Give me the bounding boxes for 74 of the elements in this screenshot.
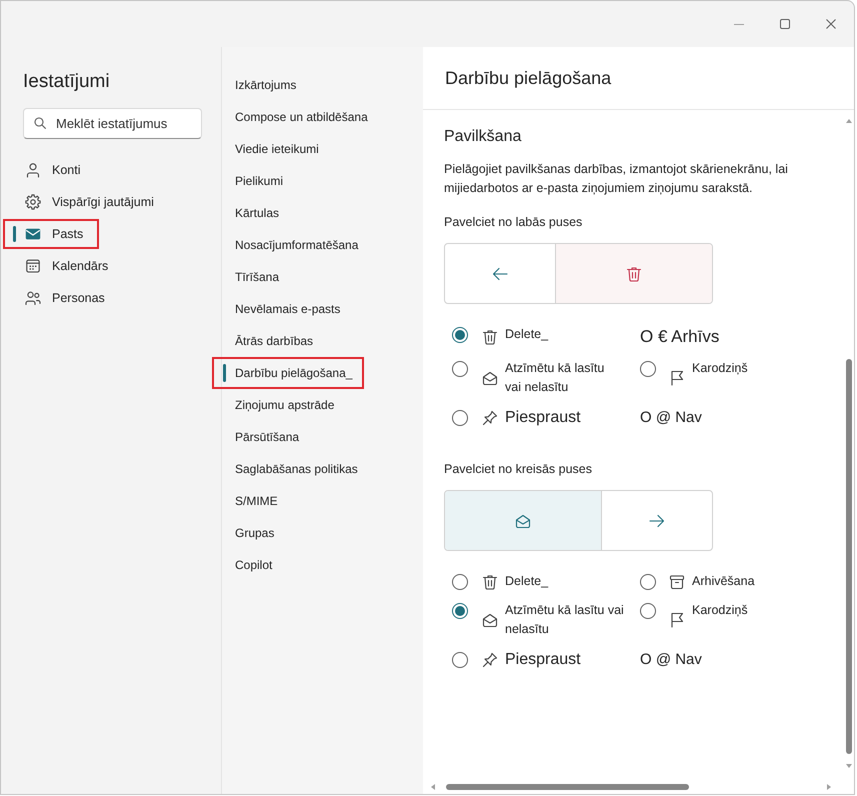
submenu-item[interactable]: Tīrīšana <box>212 261 292 293</box>
person-icon <box>25 162 41 178</box>
submenu-item[interactable]: Ātrās darbības <box>212 325 326 357</box>
radio-button[interactable] <box>640 574 656 590</box>
sidebar-item[interactable]: Kalendārs <box>3 251 124 281</box>
option-text: O @ Nav <box>640 408 702 428</box>
group-label: Pavelciet no kreisās puses <box>444 461 592 478</box>
option-label: Arhivēšana <box>692 573 755 590</box>
page-title: Darbību pielāgošana <box>445 67 612 90</box>
submenu-item[interactable]: Compose un atbildēšana <box>212 101 380 133</box>
submenu-item[interactable]: Pielikumi <box>212 165 296 197</box>
sidebar-item[interactable]: Vispārīgi jautājumi <box>3 187 170 217</box>
submenu-item[interactable]: Izkārtojums <box>212 69 308 101</box>
settings-title: Iestatījumi <box>22 70 110 94</box>
option-text: O € Arhīvs <box>640 326 720 348</box>
scrollbar-thumb[interactable] <box>446 784 689 790</box>
trash-icon <box>482 329 498 345</box>
radio-button[interactable] <box>452 360 468 376</box>
submenu-item[interactable]: Saglabāšanas politikas <box>212 453 370 485</box>
maximize-icon <box>780 19 790 29</box>
pin-icon <box>482 652 498 668</box>
section-title: Pavilkšana <box>444 127 522 147</box>
close-icon <box>826 19 836 29</box>
description-text: Pielāgojiet pavilkšanas darbības, izmantojot skārienekrānu, lai mijiedarbotos ar e-pasta ziņojumiem ziņojumu sarakstā. <box>444 161 789 197</box>
radio-button[interactable] <box>452 652 468 668</box>
scroll-right-icon <box>827 784 831 790</box>
option-label: Piespraust <box>505 408 581 428</box>
pin-icon <box>482 410 498 426</box>
option-label: Delete_ <box>505 573 548 590</box>
scrollbar-thumb[interactable] <box>846 359 852 754</box>
radio-button[interactable] <box>452 602 468 618</box>
radio-button[interactable] <box>640 602 656 618</box>
envelope-icon <box>482 370 498 386</box>
search-icon <box>34 117 46 129</box>
flag-icon <box>669 370 685 386</box>
submenu-item[interactable]: Copilot <box>212 549 284 581</box>
group-label: Pavelciet no labās puses <box>444 214 582 231</box>
gear-icon <box>25 194 41 210</box>
option-text: O @ Nav <box>640 650 702 670</box>
radio-button[interactable] <box>452 410 468 426</box>
submenu-item[interactable]: S/MIME <box>212 485 290 517</box>
option-label: Atzīmētu kā lasītu vai nelasītu <box>505 602 625 638</box>
option-label: Piespraust <box>505 650 581 670</box>
submenu-item[interactable]: Darbību pielāgošana_ <box>212 357 364 389</box>
mail-icon <box>25 226 41 242</box>
option-label: Karodziņš <box>692 602 748 619</box>
radio-button[interactable] <box>640 360 656 376</box>
submenu-item[interactable]: Grupas <box>212 517 286 549</box>
submenu-item[interactable]: Nevēlamais e-pasts <box>212 293 352 325</box>
scroll-up-icon <box>846 119 852 123</box>
flag-icon <box>669 612 685 628</box>
option-label: Atzīmētu kā lasītu vai nelasītu <box>505 360 606 396</box>
envelope-icon <box>515 512 531 528</box>
envelope-icon <box>482 612 498 628</box>
submenu-item[interactable]: Nosacījumformatēšana <box>212 229 370 261</box>
sidebar-item[interactable]: Konti <box>3 155 96 185</box>
sidebar-item[interactable]: Personas <box>3 283 121 313</box>
trash-icon <box>482 574 498 590</box>
radio-button[interactable] <box>452 326 468 342</box>
trash-icon <box>626 266 642 282</box>
radio-button[interactable] <box>452 574 468 590</box>
calendar-icon <box>25 258 41 274</box>
scroll-down-icon <box>846 764 852 768</box>
scroll-left-icon <box>431 784 435 790</box>
submenu-item[interactable]: Ziņojumu apstrāde <box>212 389 346 421</box>
submenu-item[interactable]: Kārtulas <box>212 197 292 229</box>
people-icon <box>25 290 41 306</box>
archive-icon <box>669 574 685 590</box>
option-label: Karodziņš <box>692 360 748 377</box>
sidebar-item[interactable]: Pasts <box>3 219 100 249</box>
submenu-item[interactable]: Viedie ieteikumi <box>212 133 331 165</box>
option-label: Delete_ <box>505 326 548 343</box>
search-field[interactable]: Meklēt iestatījumus <box>23 108 202 139</box>
submenu-item[interactable]: Pārsūtīšana <box>212 421 312 453</box>
